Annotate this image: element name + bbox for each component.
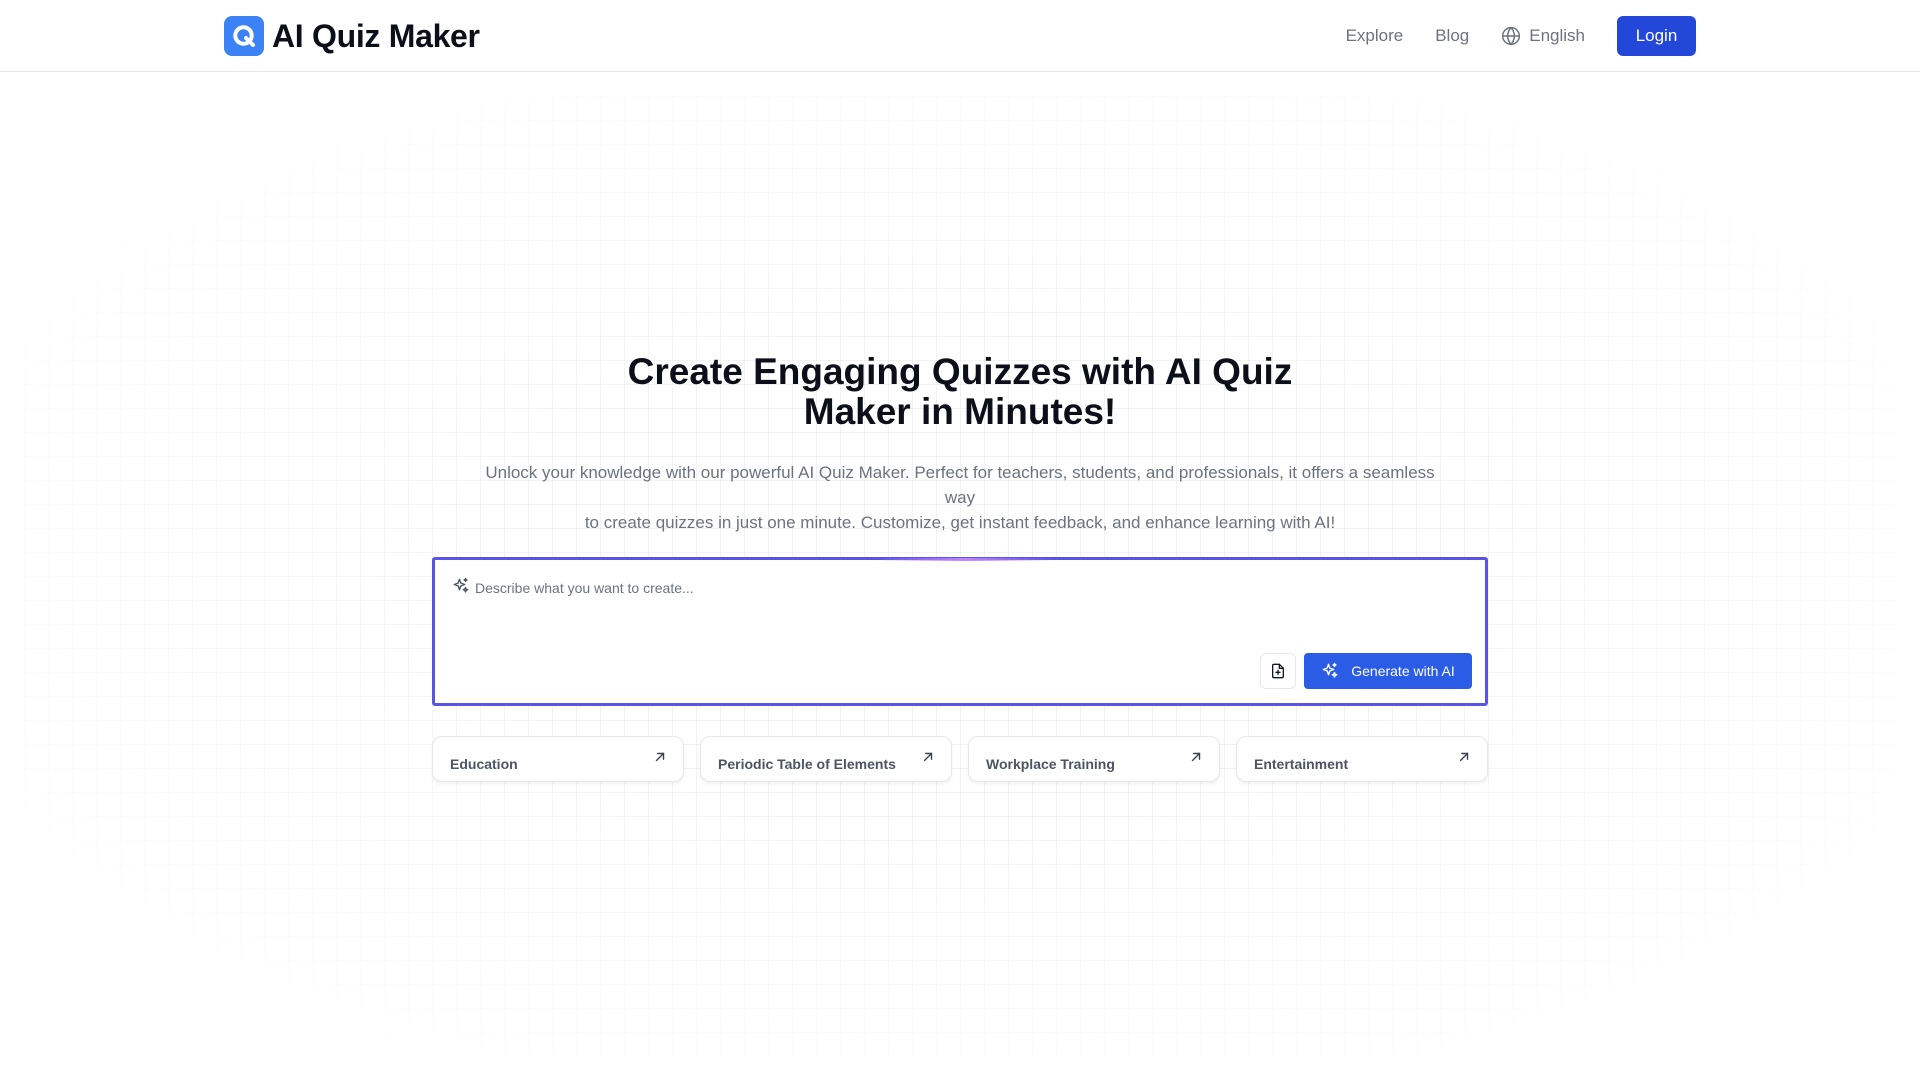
category-label: Entertainment — [1254, 756, 1349, 772]
globe-icon — [1502, 26, 1521, 46]
category-label: Periodic Table of Elements — [718, 756, 896, 772]
login-button[interactable]: Login — [1617, 16, 1696, 56]
arrow-up-right-icon — [1191, 752, 1201, 762]
category-card-workplace-training[interactable]: Workplace Training — [968, 736, 1220, 782]
generate-label: Generate with AI — [1351, 663, 1455, 679]
q-logo-icon — [224, 16, 264, 56]
category-card-entertainment[interactable]: Entertainment — [1236, 736, 1488, 782]
hero-subtitle-line-2: to create quizzes in just one minute. Cu… — [584, 513, 1336, 532]
brand-name: AI Quiz Maker — [272, 17, 480, 54]
prompt-glow — [875, 558, 1055, 561]
language-label: English — [1529, 26, 1585, 45]
hero-subtitle: Unlock your knowledge with our powerful … — [480, 460, 1440, 535]
category-card-periodic-table[interactable]: Periodic Table of Elements — [700, 736, 952, 782]
category-card-education[interactable]: Education — [432, 736, 684, 782]
arrow-up-right-icon — [655, 752, 665, 762]
category-label: Education — [450, 756, 518, 772]
hero-subtitle-line-1: Unlock your knowledge with our powerful … — [485, 463, 1435, 507]
prompt-input[interactable] — [475, 575, 1455, 601]
top-navbar: AI Quiz Maker Explore Blog English Login — [0, 0, 1920, 72]
hero-title-line-2: Maker in Minutes! — [803, 391, 1117, 432]
sparkle-icon — [453, 577, 469, 593]
arrow-up-right-icon — [1459, 752, 1469, 762]
file-plus-icon — [1272, 663, 1284, 679]
arrow-up-right-icon — [923, 752, 933, 762]
upload-file-button[interactable] — [1260, 653, 1296, 689]
prompt-box: Generate with AI — [432, 557, 1488, 706]
nav-blog-link[interactable]: Blog — [1435, 26, 1469, 46]
category-label: Workplace Training — [986, 756, 1115, 772]
hero-title-line-1: Create Engaging Quizzes with AI Quiz — [627, 351, 1293, 392]
generate-with-ai-button[interactable]: Generate with AI — [1304, 653, 1472, 689]
hero-title: Create Engaging Quizzes with AI Quiz Mak… — [610, 352, 1310, 432]
language-selector[interactable]: English — [1501, 26, 1585, 46]
sparkle-icon — [1322, 662, 1338, 678]
main-nav: Explore Blog English Login — [1346, 16, 1696, 56]
brand-link[interactable]: AI Quiz Maker — [224, 16, 480, 56]
nav-explore-link[interactable]: Explore — [1346, 26, 1404, 46]
